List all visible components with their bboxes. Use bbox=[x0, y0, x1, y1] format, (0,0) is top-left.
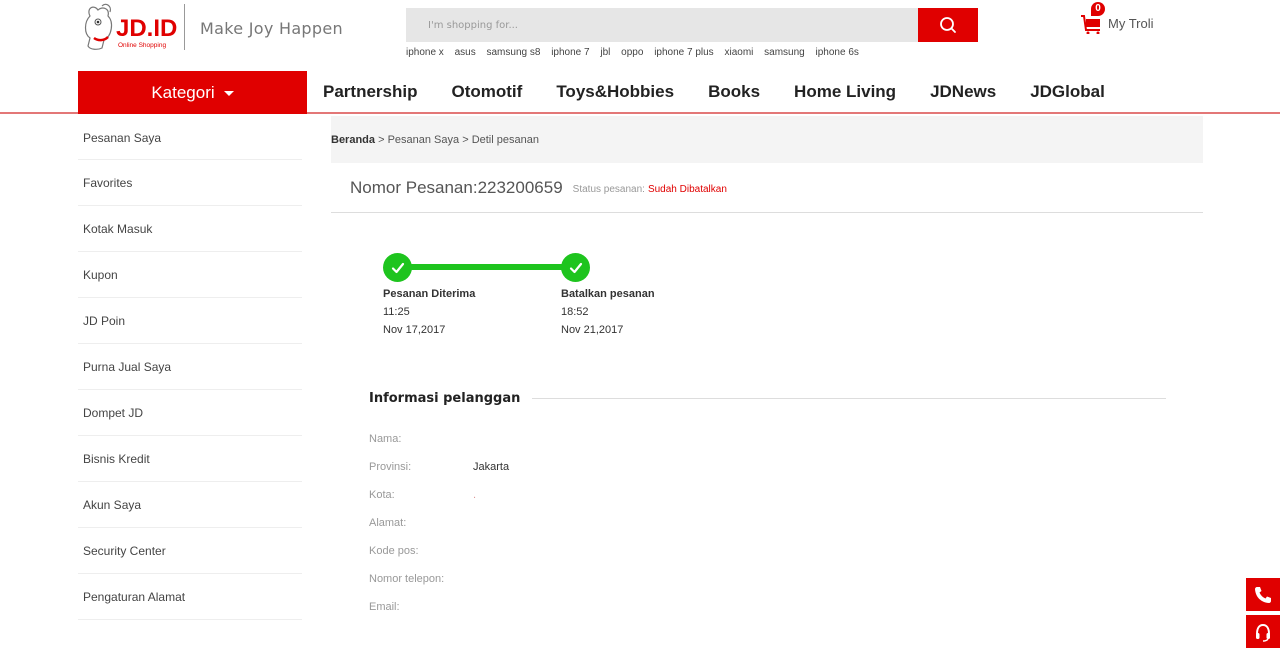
svg-text:JD.ID: JD.ID bbox=[116, 15, 177, 42]
search-input[interactable] bbox=[406, 8, 918, 42]
dog-mascot-icon: JD.ID Online Shopping bbox=[84, 3, 177, 50]
step-time: 18:52 bbox=[561, 306, 589, 318]
info-label: Provinsi: bbox=[369, 461, 412, 473]
cart-label: My Troli bbox=[1108, 16, 1154, 31]
info-label: Nama: bbox=[369, 433, 402, 445]
info-row-provinsi: Provinsi: Jakarta bbox=[369, 453, 1203, 481]
headset-icon bbox=[1256, 623, 1270, 642]
info-row-nomor-telepon: Nomor telepon: bbox=[369, 565, 1203, 593]
breadcrumb: Beranda > Pesanan Saya > Detil pesanan bbox=[331, 116, 1203, 163]
step-check bbox=[383, 253, 412, 282]
progress-step-cancelled: Batalkan pesanan 18:52 Nov 21,2017 bbox=[561, 253, 655, 336]
jd-logo[interactable]: JD.ID Online Shopping bbox=[80, 2, 180, 54]
step-date: Nov 17,2017 bbox=[383, 324, 446, 336]
account-sidebar: Pesanan Saya Favorites Kotak Masuk Kupon… bbox=[78, 116, 302, 620]
nav-link-partnership[interactable]: Partnership bbox=[323, 82, 417, 102]
step-title: Batalkan pesanan bbox=[561, 288, 655, 300]
hot-word[interactable]: iphone 7 bbox=[551, 47, 589, 58]
floating-contact-buttons bbox=[1246, 578, 1280, 652]
step-time: 11:25 bbox=[383, 306, 410, 318]
cart-button[interactable]: 0 My Troli bbox=[1080, 2, 1154, 35]
customer-info-list: Nama: Provinsi: Jakarta Kota: . Alamat: … bbox=[369, 425, 1203, 621]
sidebar-item-purna-jual-saya[interactable]: Purna Jual Saya bbox=[78, 344, 302, 390]
hot-word[interactable]: iphone 7 plus bbox=[654, 47, 714, 58]
sidebar-item-kupon[interactable]: Kupon bbox=[78, 252, 302, 298]
svg-text:Online Shopping: Online Shopping bbox=[118, 42, 166, 49]
breadcrumb-separator: > bbox=[375, 133, 388, 146]
sidebar-item-dompet-jd[interactable]: Dompet JD bbox=[78, 390, 302, 436]
info-row-kota: Kota: . bbox=[369, 481, 1203, 509]
info-row-email: Email: bbox=[369, 593, 1203, 621]
info-value: Jakarta bbox=[473, 461, 510, 473]
sidebar-item-jd-poin[interactable]: JD Poin bbox=[78, 298, 302, 344]
nav-link-jdglobal[interactable]: JDGlobal bbox=[1030, 82, 1105, 102]
cart-count-badge: 0 bbox=[1091, 2, 1105, 16]
hot-word[interactable]: samsung s8 bbox=[487, 47, 541, 58]
step-check bbox=[561, 253, 590, 282]
hot-word[interactable]: xiaomi bbox=[724, 47, 753, 58]
slogan: Make Joy Happen bbox=[200, 19, 343, 38]
check-icon bbox=[391, 262, 404, 273]
customer-info-title: Informasi pelanggan bbox=[369, 390, 521, 406]
hot-word[interactable]: iphone 6s bbox=[816, 47, 859, 58]
hot-search-words: iphone x asus samsung s8 iphone 7 jbl op… bbox=[406, 47, 867, 58]
kategori-dropdown[interactable]: Kategori bbox=[78, 71, 307, 114]
info-label: Nomor telepon: bbox=[369, 573, 445, 585]
order-header: Nomor Pesanan:223200659 Status pesanan: … bbox=[331, 163, 1203, 213]
order-status-badge: Sudah Dibatalkan bbox=[647, 183, 727, 195]
nav-link-books[interactable]: Books bbox=[708, 82, 760, 102]
order-status-label: Status pesanan: bbox=[572, 183, 645, 195]
sidebar-item-security-center[interactable]: Security Center bbox=[78, 528, 302, 574]
progress-step-received: Pesanan Diterima 11:25 Nov 17,2017 bbox=[383, 253, 475, 336]
nav-link-jdnews[interactable]: JDNews bbox=[930, 82, 996, 102]
customer-info-header: Informasi pelanggan bbox=[369, 383, 1166, 413]
sidebar-item-akun-saya[interactable]: Akun Saya bbox=[78, 482, 302, 528]
info-label: Email: bbox=[369, 601, 400, 613]
nav-links: Partnership Otomotif Toys&Hobbies Books … bbox=[323, 70, 1139, 114]
customer-service-button[interactable] bbox=[1246, 615, 1280, 648]
nav-link-toys-hobbies[interactable]: Toys&Hobbies bbox=[556, 82, 674, 102]
order-progress: Pesanan Diterima 11:25 Nov 17,2017 Batal… bbox=[331, 213, 1203, 383]
header: JD.ID Online Shopping Make Joy Happen ip… bbox=[0, 0, 1280, 70]
sidebar-item-kotak-masuk[interactable]: Kotak Masuk bbox=[78, 206, 302, 252]
nav-link-otomotif[interactable]: Otomotif bbox=[451, 82, 522, 102]
main-nav: Kategori Partnership Otomotif Toys&Hobbi… bbox=[0, 70, 1280, 114]
info-row-nama: Nama: bbox=[369, 425, 1203, 453]
order-detail: Beranda > Pesanan Saya > Detil pesanan N… bbox=[331, 116, 1203, 621]
hot-word[interactable]: asus bbox=[455, 47, 476, 58]
info-row-kode-pos: Kode pos: bbox=[369, 537, 1203, 565]
info-label: Kota: bbox=[369, 489, 395, 501]
check-icon bbox=[569, 262, 582, 273]
info-label: Kode pos: bbox=[369, 545, 419, 557]
sidebar-item-favorites[interactable]: Favorites bbox=[78, 160, 302, 206]
hot-word[interactable]: iphone x bbox=[406, 47, 444, 58]
search-box bbox=[406, 8, 978, 42]
search-icon bbox=[940, 17, 956, 33]
order-number: Nomor Pesanan:223200659 bbox=[350, 177, 563, 197]
info-label: Alamat: bbox=[369, 517, 407, 529]
phone-icon bbox=[1255, 586, 1271, 603]
sidebar-item-pengaturan-alamat[interactable]: Pengaturan Alamat bbox=[78, 574, 302, 620]
logo-divider bbox=[184, 4, 185, 50]
search-button[interactable] bbox=[918, 8, 978, 42]
breadcrumb-current: Detil pesanan bbox=[471, 133, 539, 146]
caret-down-icon bbox=[223, 91, 234, 96]
nav-link-home-living[interactable]: Home Living bbox=[794, 82, 896, 102]
info-row-alamat: Alamat: bbox=[369, 509, 1203, 537]
section-divider bbox=[532, 397, 1166, 399]
sidebar-item-pesanan-saya[interactable]: Pesanan Saya bbox=[78, 116, 302, 160]
cart-icon-wrap: 0 bbox=[1080, 2, 1105, 35]
breadcrumb-separator: > bbox=[459, 133, 472, 146]
kategori-label: Kategori bbox=[151, 82, 215, 102]
call-button[interactable] bbox=[1246, 578, 1280, 611]
step-title: Pesanan Diterima bbox=[383, 288, 476, 300]
hot-word[interactable]: samsung bbox=[764, 47, 805, 58]
step-date: Nov 21,2017 bbox=[561, 324, 624, 336]
sidebar-item-bisnis-kredit[interactable]: Bisnis Kredit bbox=[78, 436, 302, 482]
info-value: . bbox=[473, 489, 477, 501]
breadcrumb-pesanan-saya[interactable]: Pesanan Saya bbox=[388, 134, 460, 146]
breadcrumb-home[interactable]: Beranda bbox=[331, 134, 375, 146]
hot-word[interactable]: oppo bbox=[621, 47, 643, 58]
hot-word[interactable]: jbl bbox=[600, 47, 610, 58]
